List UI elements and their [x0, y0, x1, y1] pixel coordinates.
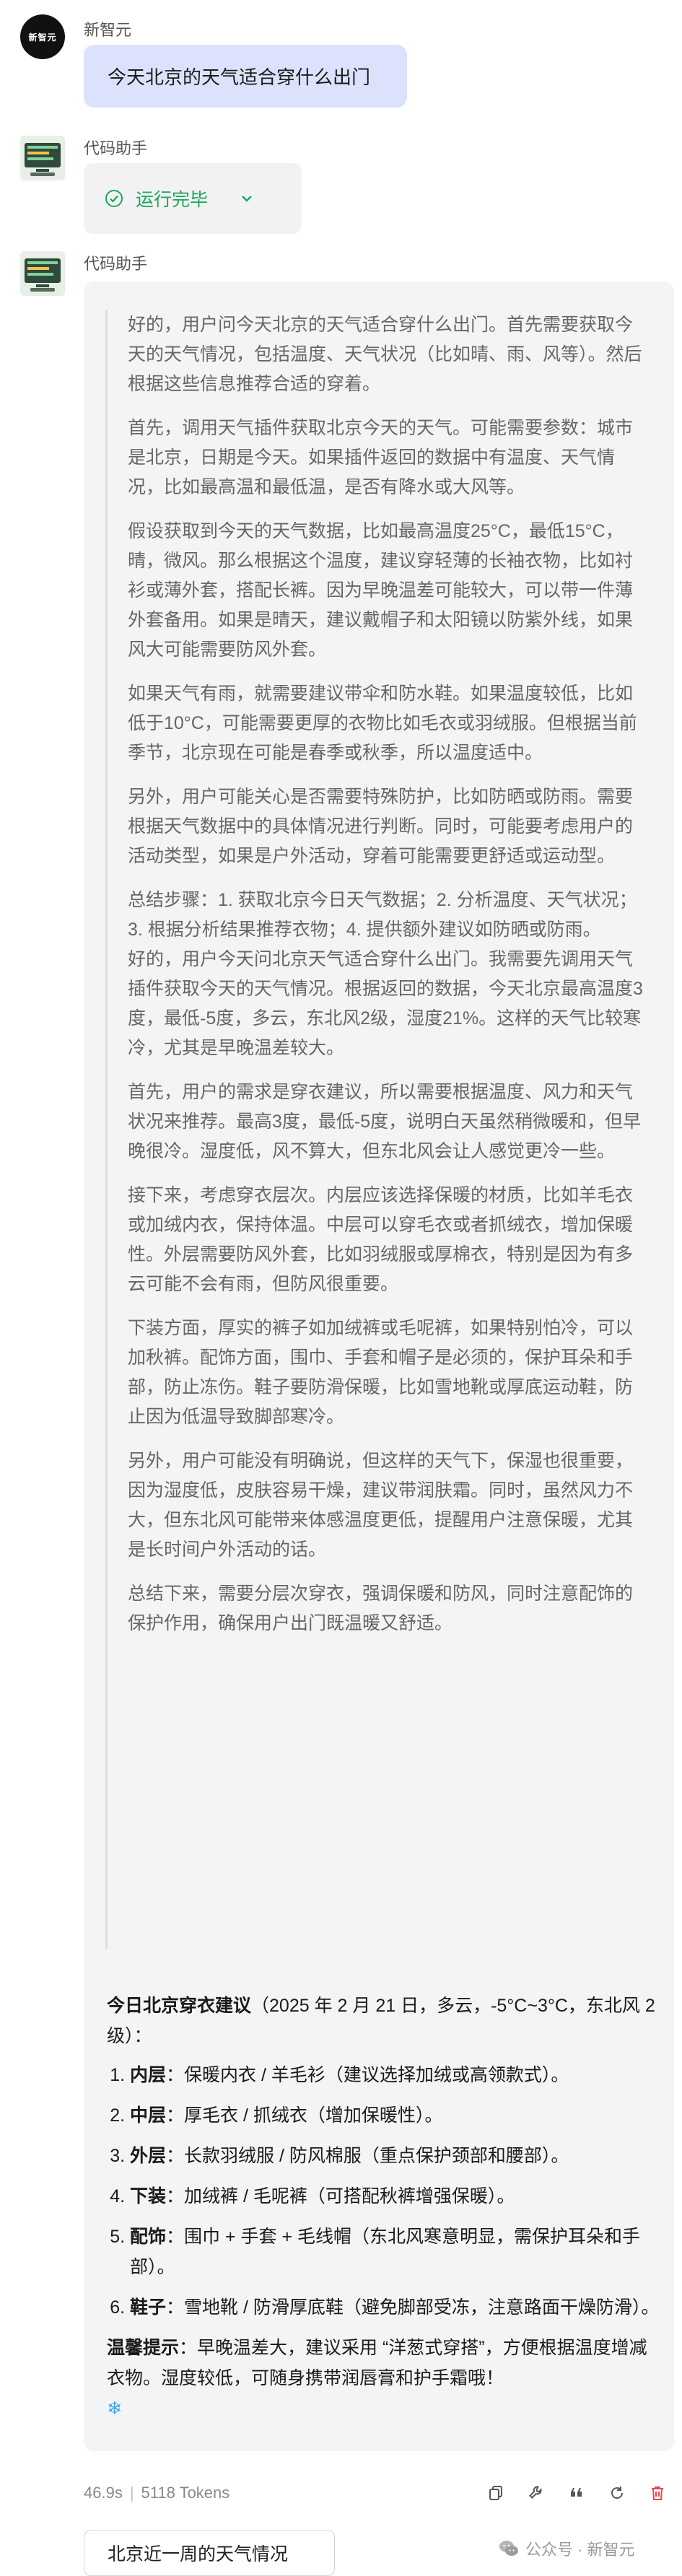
item-text: ：厚毛衣 / 抓绒衣（增加保暖性）。: [166, 2105, 443, 2126]
list-item: 内层：保暖内衣 / 羊毛衫（建议选择加绒或高领款式）。: [130, 2060, 663, 2090]
reasoning-paragraph: 首先，调用天气插件获取北京今天的天气。可能需要参数：城市是北京，日期是今天。如果…: [128, 418, 634, 497]
copy-icon[interactable]: [486, 2484, 505, 2502]
robot-icon: [20, 136, 65, 180]
tool-icon[interactable]: [527, 2484, 546, 2502]
watermark-text: 公众号 · 新智元: [525, 2541, 635, 2559]
suggested-question-text: 北京近一周的天气情况: [108, 2544, 289, 2564]
assistant-name-2: 代码助手: [84, 255, 148, 273]
quote-icon[interactable]: [567, 2484, 586, 2502]
chevron-down-icon[interactable]: [238, 190, 255, 207]
item-text: ：围巾 + 手套 + 毛线帽（东北风寒意明显，需保护耳朵和手部）。: [130, 2227, 641, 2277]
reasoning-paragraph: 首先，用户的需求是穿衣建议，所以需要根据温度、风力和天气状况来推荐。最高3度，最…: [128, 1082, 642, 1161]
final-answer: 今日北京穿衣建议（2025 年 2 月 21 日，多云，-5°C~3°C，东北风…: [107, 1991, 663, 2424]
reasoning-paragraph: 假设获取到今天的天气数据，比如最高温度25°C，最低15°C，晴，微风。那么根据…: [128, 521, 634, 660]
reasoning-paragraph: 总结下来，需要分层次穿衣，强调保暖和防风，同时注意配饰的保护作用，确保用户出门既…: [128, 1584, 634, 1633]
reasoning-paragraph: 好的，用户今天问北京天气适合穿什么出门。我需要先调用天气插件获取今天的天气情况。…: [128, 949, 643, 1058]
reasoning-paragraph: 下装方面，厚实的裤子如加绒裤或毛呢裤，如果特别怕冷，可以加秋裤。配饰方面，围巾、…: [128, 1318, 634, 1427]
reasoning-paragraph: 另外，用户可能没有明确说，但这样的天气下，保湿也很重要，因为湿度低，皮肤容易干燥…: [128, 1451, 634, 1560]
assistant-answer-bubble: 好的，用户问今天北京的天气适合穿什么出门。首先需要获取今天的天气情况，包括温度、…: [84, 281, 674, 2451]
refresh-icon[interactable]: [608, 2484, 626, 2502]
suggested-question-button[interactable]: 北京近一周的天气情况: [84, 2530, 335, 2576]
tip-text: ：早晚温差大，建议采用 “洋葱式穿搭”，方便根据温度增减衣物。湿度较低，可随身携…: [107, 2338, 647, 2388]
item-text: ：加绒裤 / 毛呢裤（可搭配秋裤增强保暖）。: [166, 2186, 515, 2206]
robot-icon: [20, 251, 65, 296]
reasoning-paragraph: 好的，用户问今天北京的天气适合穿什么出门。首先需要获取今天的天气情况，包括温度、…: [128, 315, 642, 394]
item-text: ：雪地靴 / 防滑厚底鞋（避免脚部受冻，注意路面干燥防滑）。: [166, 2297, 660, 2318]
user-name: 新智元: [84, 21, 132, 39]
assistant-avatar: [20, 136, 65, 180]
reasoning-paragraph: 另外，用户可能关心是否需要特殊防护，比如防晒或防雨。需要根据天气数据中的具体情况…: [128, 787, 634, 866]
final-answer-heading: 今日北京穿衣建议（2025 年 2 月 21 日，多云，-5°C~3°C，东北风…: [107, 1991, 663, 2051]
assistant-avatar-2: [20, 251, 65, 296]
item-label: 内层: [130, 2065, 167, 2085]
list-item: 配饰：围巾 + 手套 + 毛线帽（东北风寒意明显，需保护耳朵和手部）。: [130, 2222, 663, 2282]
item-text: ：保暖内衣 / 羊毛衫（建议选择加绒或高领款式）。: [166, 2065, 569, 2085]
item-label: 鞋子: [130, 2297, 167, 2318]
reasoning-paragraph: 总结步骤：1. 获取北京今日天气数据；2. 分析温度、天气状况；3. 根据分析结…: [128, 890, 637, 940]
final-answer-title: 今日北京穿衣建议: [107, 1996, 252, 2016]
response-time: 46.9s: [84, 2484, 123, 2502]
delete-icon[interactable]: [648, 2484, 667, 2502]
run-status-label: 运行完毕: [136, 190, 209, 210]
separator: |: [129, 2484, 134, 2502]
list-item: 外层：长款羽绒服 / 防风棉服（重点保护颈部和腰部）。: [130, 2141, 663, 2171]
run-status-card[interactable]: 运行完毕: [84, 163, 302, 234]
item-label: 下装: [130, 2186, 167, 2206]
user-message-text: 今天北京的天气适合穿什么出门: [108, 66, 371, 88]
item-label: 中层: [130, 2105, 167, 2126]
wechat-icon: [499, 2541, 518, 2556]
check-circle-icon: [105, 190, 123, 207]
reasoning-paragraph: 接下来，考虑穿衣层次。内层应该选择保暖的材质，比如羊毛衣或加绒内衣，保持体温。中…: [128, 1185, 634, 1294]
outfit-list: 内层：保暖内衣 / 羊毛衫（建议选择加绒或高领款式）。 中层：厚毛衣 / 抓绒衣…: [107, 2060, 663, 2323]
item-label: 配饰: [130, 2227, 167, 2247]
list-item: 下装：加绒裤 / 毛呢裤（可搭配秋裤增强保暖）。: [130, 2181, 663, 2212]
avatar-logo-text: 新智元: [28, 32, 57, 43]
user-avatar: 新智元: [20, 14, 65, 59]
reasoning-block: 好的，用户问今天北京的天气适合穿什么出门。首先需要获取今天的天气情况，包括温度、…: [105, 310, 654, 1949]
reasoning-paragraph: 如果天气有雨，就需要建议带伞和防水鞋。如果温度较低，比如低于10°C，可能需要更…: [128, 684, 637, 763]
list-item: 鞋子：雪地靴 / 防滑厚底鞋（避免脚部受冻，注意路面干燥防滑）。: [130, 2292, 663, 2323]
snowflake-icon: ❄: [107, 2398, 122, 2419]
tip-label: 温馨提示: [107, 2338, 180, 2358]
item-text: ：长款羽绒服 / 防风棉服（重点保护颈部和腰部）。: [166, 2146, 569, 2166]
user-message-bubble: 今天北京的天气适合穿什么出门: [84, 45, 407, 108]
assistant-name: 代码助手: [84, 139, 148, 157]
watermark: 公众号 · 新智元: [498, 2537, 635, 2560]
item-label: 外层: [130, 2146, 167, 2166]
warm-tip: 温馨提示：早晚温差大，建议采用 “洋葱式穿搭”，方便根据温度增减衣物。湿度较低，…: [107, 2333, 663, 2424]
list-item: 中层：厚毛衣 / 抓绒衣（增加保暖性）。: [130, 2100, 663, 2131]
token-count: 5118 Tokens: [141, 2484, 230, 2502]
message-actions: [486, 2484, 667, 2502]
message-meta-bar: 46.9s | 5118 Tokens: [84, 2479, 674, 2507]
